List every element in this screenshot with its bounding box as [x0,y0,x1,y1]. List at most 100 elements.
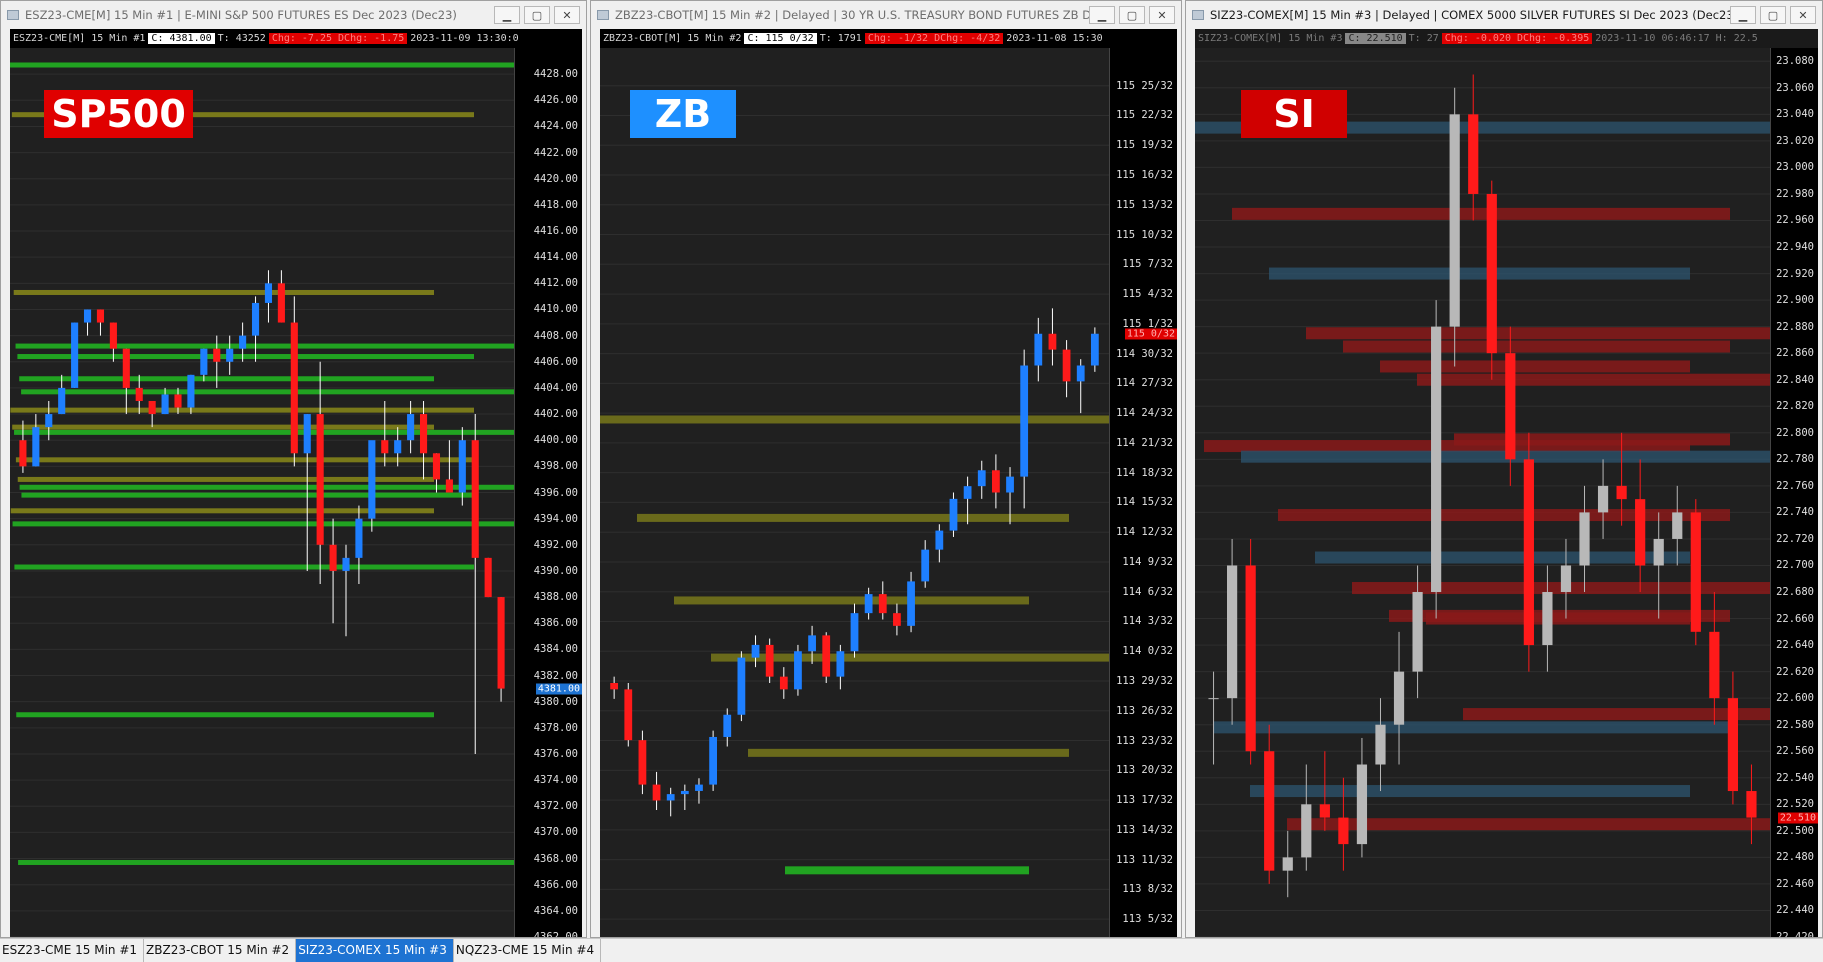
candle-body[interactable] [737,657,746,715]
candle-body[interactable] [1597,485,1609,513]
candle-body[interactable] [1560,565,1572,593]
candle-body[interactable] [174,394,182,408]
candle-body[interactable] [471,440,479,558]
candle-body[interactable] [1264,751,1275,871]
chart-area[interactable]: ESZ23-CME[M] 15 Min #1 C: 4381.00 T: 43252 Ch… [10,29,582,937]
candle-body[interactable] [893,613,901,626]
candle-body[interactable] [161,394,169,415]
candle-body[interactable] [1542,592,1553,646]
candle-body[interactable] [251,302,260,336]
taskbar-tab-si[interactable]: SIZ23-COMEX 15 Min #3 [296,939,454,962]
candle-body[interactable] [907,581,915,626]
candle-body[interactable] [394,440,402,454]
candle-body[interactable] [1672,512,1683,539]
candle-body[interactable] [1579,512,1590,566]
price-axis[interactable]: 23.080 23.060 23.040 23.020 23.000 22.980 22.9… [1770,48,1818,937]
candle-body[interactable] [1208,698,1219,700]
minimize-button[interactable]: ▁ [494,6,520,24]
candle-body[interactable] [19,440,27,467]
price-axis[interactable]: 4428.00 4426.00 4424.00 4422.00 4420.00 4418.… [514,48,582,937]
candle-body[interactable] [200,348,208,375]
candle-body[interactable] [1375,724,1386,765]
candle-body[interactable] [32,427,40,467]
candle-body[interactable] [213,348,221,362]
candle-body[interactable] [765,644,774,677]
candle-body[interactable] [878,594,887,614]
candle-body[interactable] [458,440,466,493]
candle-body[interactable] [1006,476,1014,493]
candle-body[interactable] [1356,764,1368,845]
candle-body[interactable] [135,387,143,401]
candle-body[interactable] [96,309,105,323]
candle-body[interactable] [1746,791,1757,818]
chart-area[interactable]: ZBZ23-CBOT[M] 15 Min #2 C: 115 0/32 T: 1791 C… [600,29,1177,937]
candle-body[interactable] [45,414,53,428]
titlebar[interactable]: ZBZ23-CBOT[M] 15 Min #2 | Delayed | 30 Y… [591,1,1181,29]
candle-body[interactable] [1020,365,1029,477]
candle-body[interactable] [342,557,350,571]
candle-body[interactable] [1431,326,1442,593]
candle-body[interactable] [1709,631,1720,699]
candle-body[interactable] [1486,193,1497,354]
candle-body[interactable] [187,374,195,408]
candle-body[interactable] [497,597,505,689]
candle-body[interactable] [935,530,944,550]
candle-body[interactable] [1090,333,1099,366]
candle-body[interactable] [381,440,389,454]
candle-body[interactable] [316,414,324,545]
candle-body[interactable] [850,613,859,652]
candle-body[interactable] [963,486,972,499]
candle-body[interactable] [419,414,428,454]
candle-body[interactable] [1727,698,1739,792]
candle-body[interactable] [264,283,273,303]
candle-body[interactable] [290,322,298,454]
candle-body[interactable] [779,676,788,690]
chart-area[interactable]: SIZ23-COMEX[M] 15 Min #3 C: 22.510 T: 27 Chg:… [1195,29,1818,937]
candle-body[interactable] [1653,538,1664,566]
candle-body[interactable] [329,544,337,571]
candle-body[interactable] [638,740,647,785]
candle-body[interactable] [1616,485,1627,500]
candle-body[interactable] [822,635,831,677]
candle-body[interactable] [432,453,441,480]
candle-body[interactable] [666,794,675,801]
minimize-button[interactable]: ▁ [1089,6,1115,24]
candle-body[interactable] [864,594,873,614]
titlebar[interactable]: SIZ23-COMEX[M] 15 Min #3 | Delayed | COM… [1186,1,1822,29]
candle-body[interactable] [1505,353,1516,460]
candle-body[interactable] [1245,565,1256,752]
candle-body[interactable] [226,348,234,362]
maximize-button[interactable]: ▢ [1119,6,1145,24]
candle-body[interactable] [652,784,661,801]
candle-body[interactable] [695,784,703,791]
candle-body[interactable] [1412,592,1423,672]
candle-body[interactable] [1393,671,1405,725]
candle-body[interactable] [122,348,130,388]
candle-body[interactable] [1690,512,1701,632]
candle-body[interactable] [921,549,930,582]
close-button[interactable]: ✕ [1790,6,1816,24]
candle-body[interactable] [836,651,845,677]
close-button[interactable]: ✕ [1149,6,1175,24]
candle-body[interactable] [1319,804,1330,818]
taskbar-tab-nq[interactable]: NQZ23-CME 15 Min #4 [454,939,602,962]
candle-body[interactable] [484,557,492,598]
candle-body[interactable] [58,387,66,415]
candle-body[interactable] [1048,333,1057,350]
window-zb[interactable]: ZBZ23-CBOT[M] 15 Min #2 | Delayed | 30 Y… [590,0,1182,938]
price-chart-svg[interactable] [600,29,1177,937]
candle-body[interactable] [1338,817,1349,845]
candle-body[interactable] [1226,565,1238,699]
candle-body[interactable] [977,470,986,487]
candle-body[interactable] [1062,349,1071,382]
titlebar[interactable]: ESZ23-CME[M] 15 Min #1 | E-MINI S&P 500 … [1,1,586,29]
candle-body[interactable] [992,470,1000,493]
candle-body[interactable] [709,736,717,785]
candle-body[interactable] [148,400,156,415]
close-button[interactable]: ✕ [554,6,580,24]
candle-body[interactable] [1282,857,1293,871]
candle-body[interactable] [1076,365,1085,382]
candle-body[interactable] [1635,499,1646,566]
candle-body[interactable] [239,335,247,349]
candle-body[interactable] [1468,114,1479,194]
